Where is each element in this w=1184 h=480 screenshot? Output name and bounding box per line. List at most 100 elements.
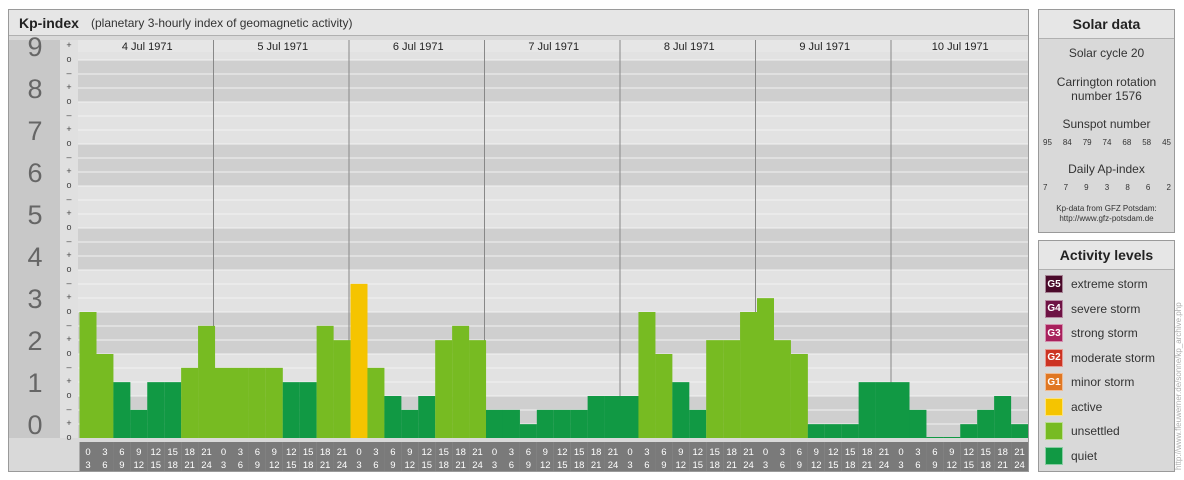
hour-interval-end: 18 [438,460,449,471]
hour-interval-start: 6 [661,447,666,458]
hour-interval-start: 9 [678,447,683,458]
legend-label: minor storm [1071,375,1135,389]
minor-tick-label: + [66,208,71,218]
hour-interval-start: 3 [238,447,243,458]
day-label: 10 Jul 1971 [932,41,989,53]
kp-chart-panel: Kp-index (planetary 3-hourly index of ge… [8,9,1029,472]
legend-label: severe storm [1071,301,1141,316]
y-tick-label: 0 [27,410,42,440]
ap-index-values: 7 7 9 3 8 6 2 [1043,183,1171,192]
hour-interval-start: 12 [557,447,568,458]
day-label: 6 Jul 1971 [393,41,444,53]
kp-bar [164,382,182,438]
hour-interval-start: 3 [915,447,920,458]
kp-bar [452,325,470,438]
y-band [78,186,1028,228]
ap-value: 6 [1145,183,1151,192]
hour-interval-start: 18 [184,447,195,458]
sunspot-value: 84 [1062,138,1072,147]
legend-swatch [1045,422,1063,440]
minor-tick-label: + [66,292,71,302]
minor-tick-label: – [66,236,71,246]
hour-interval-end: 18 [709,460,720,471]
kp-bar [943,437,961,438]
y-tick-label: 7 [27,116,42,146]
legend-swatch: G4 [1045,299,1063,318]
hour-interval-start: 9 [814,447,819,458]
kp-bar [519,424,537,438]
hour-interval-start: 12 [692,447,703,458]
hour-interval-start: 15 [845,447,856,458]
minor-tick-label: + [66,166,71,176]
legend-item-g5: G5 extreme storm [1045,274,1148,294]
hour-interval-end: 24 [201,460,212,471]
kp-bar [909,409,927,438]
minor-tick-label: – [66,404,71,414]
minor-tick-label: + [66,40,71,50]
sunspot-value: 79 [1082,138,1092,147]
minor-tick-label: – [66,110,71,120]
hour-interval-start: 21 [201,447,212,458]
hour-interval-end: 21 [455,460,466,471]
hour-interval-end: 9 [390,460,395,471]
y-band [78,60,1028,102]
kp-bar [892,382,910,438]
kp-bar [994,396,1012,438]
legend-label: quiet [1071,448,1098,463]
kp-bar [536,409,554,438]
sunspot-value: 45 [1162,138,1171,147]
hour-interval-start: 6 [119,447,124,458]
hour-interval-start: 21 [1014,447,1025,458]
legend-item-g3: G3 strong storm [1045,323,1138,343]
hour-interval-start: 12 [963,447,974,458]
hour-interval-end: 24 [472,460,483,471]
hour-interval-start: 6 [526,447,531,458]
legend-item-unsettled: unsettled [1045,421,1120,441]
y-tick-label: 8 [27,74,42,104]
day-label: 9 Jul 1971 [799,41,850,53]
sunspot-label: Sunspot number [1062,117,1151,131]
kp-bar [231,367,249,438]
kp-bar [299,382,317,438]
hour-interval-end: 21 [726,460,737,471]
hour-interval-end: 15 [421,460,432,471]
hour-interval-start: 0 [492,447,497,458]
minor-tick-label: o [66,390,71,400]
kp-bar [655,354,673,438]
hour-interval-end: 12 [405,460,416,471]
hour-interval-end: 6 [780,460,785,471]
kp-bar [384,396,402,438]
hour-interval-start: 15 [574,447,585,458]
hour-interval-start: 21 [472,447,483,458]
kp-bar [502,409,520,438]
minor-tick-label: + [66,334,71,344]
hour-interval-end: 3 [898,460,903,471]
minor-tick-label: o [66,432,71,442]
day-label: 5 Jul 1971 [257,41,308,53]
kp-bar [147,382,165,438]
kp-bar [215,367,232,438]
hour-interval-start: 6 [255,447,260,458]
carrington-rotation: Carrington rotation number 1576 [1056,75,1157,103]
hour-interval-end: 3 [356,460,361,471]
minor-tick-label: – [66,362,71,372]
hour-interval-start: 15 [980,447,991,458]
legend-item-g4: G4 severe storm [1045,299,1140,319]
kp-bar [367,367,385,438]
source-watermark: http://www.fleuwerner.de/sonne/kp_archiv… [1174,302,1183,470]
hour-interval-start: 15 [167,447,178,458]
minor-tick-label: + [66,418,71,428]
hour-interval-end: 6 [509,460,514,471]
day-label: 8 Jul 1971 [664,41,715,53]
kp-bar [181,367,199,438]
hour-interval-end: 9 [661,460,666,471]
hour-interval-end: 3 [221,460,226,471]
data-source-link[interactable]: http://www.gfz-potsdam.de [1039,214,1174,223]
hour-interval-start: 0 [763,447,768,458]
hour-interval-end: 9 [119,460,124,471]
kp-bar [757,298,774,438]
hour-interval-start: 15 [709,447,720,458]
y-tick-label: 6 [27,158,42,188]
hour-interval-start: 0 [221,447,226,458]
legend-item-g1: G1 minor storm [1045,372,1134,392]
